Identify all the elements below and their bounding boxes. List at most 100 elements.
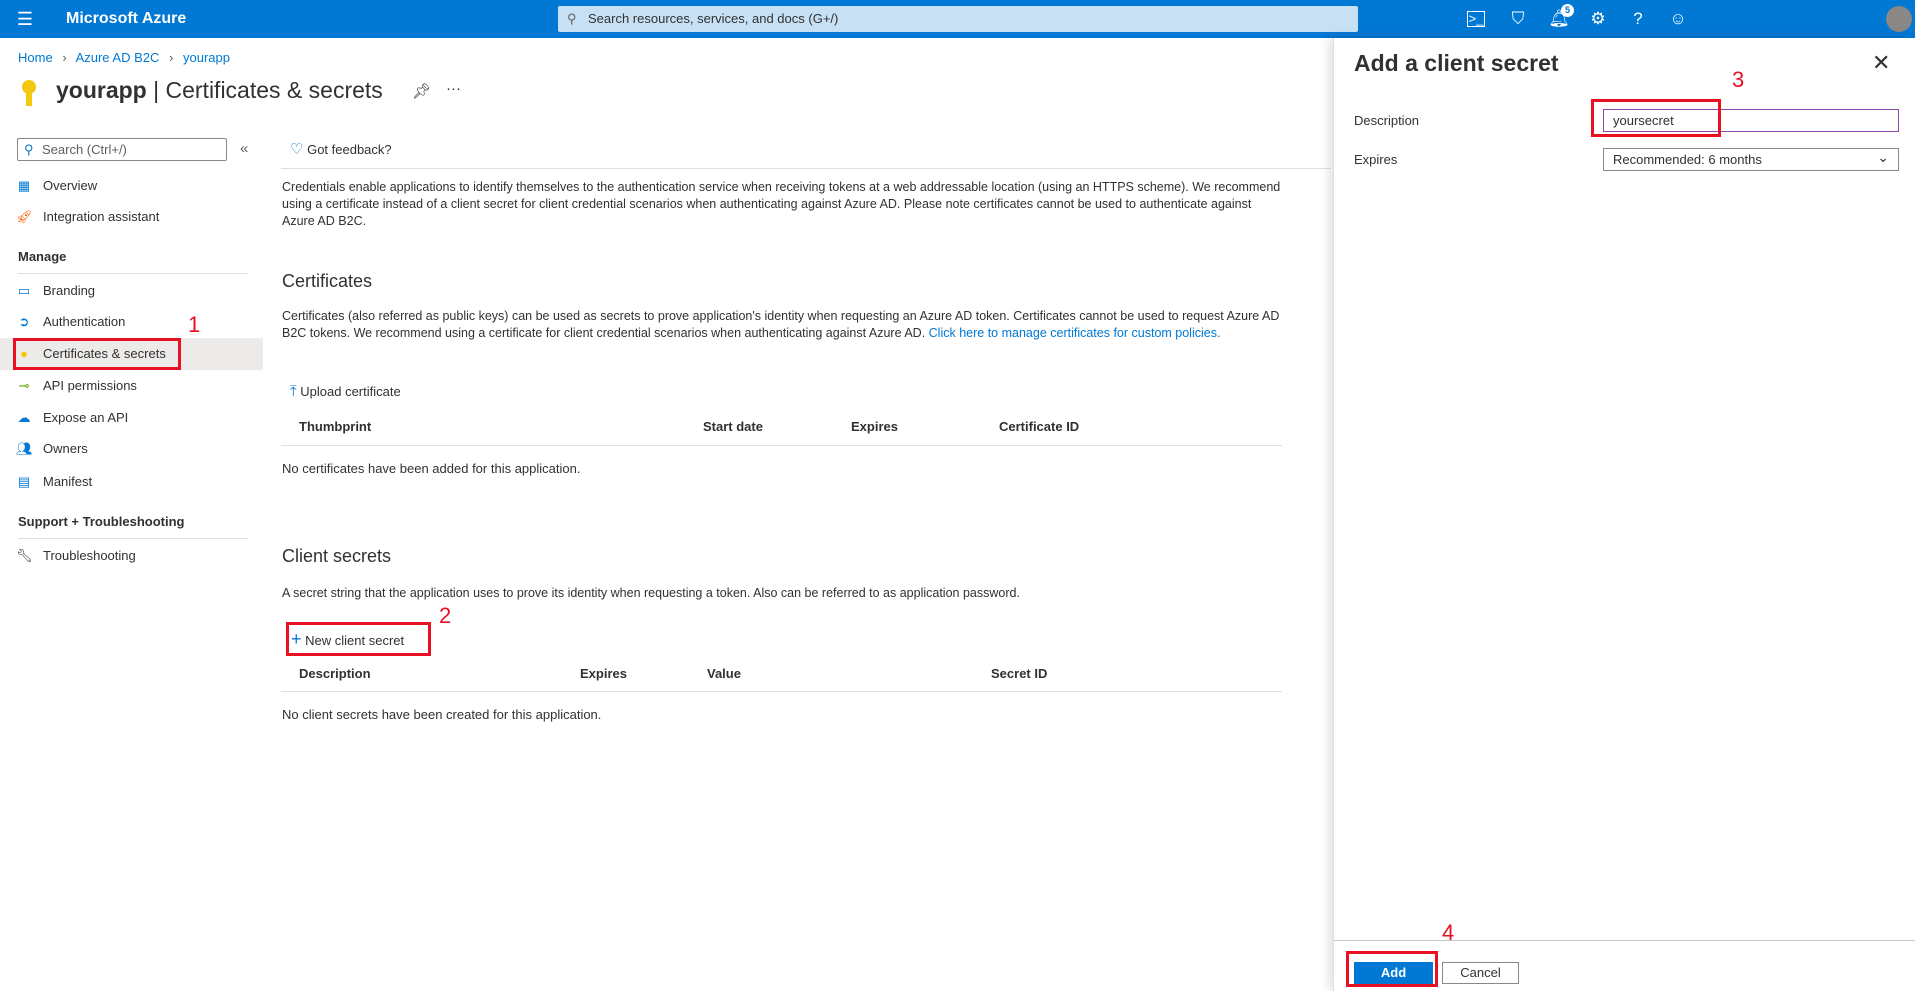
- search-placeholder: Search resources, services, and docs (G+…: [588, 11, 839, 26]
- table-divider: [281, 691, 1282, 692]
- help-icon[interactable]: ?: [1627, 8, 1649, 30]
- expires-dropdown[interactable]: Recommended: 6 months ⌄: [1603, 148, 1899, 171]
- sidebar-item-label: Overview: [43, 178, 98, 193]
- global-search-input[interactable]: ⚲ Search resources, services, and docs (…: [558, 6, 1358, 32]
- feedback-smiley-icon[interactable]: ☺: [1667, 8, 1689, 30]
- owners-icon: 👥︎: [16, 441, 33, 456]
- close-icon[interactable]: ✕: [1872, 50, 1890, 76]
- certificates-description: Certificates (also referred as public ke…: [282, 308, 1282, 342]
- sidebar-item-branding[interactable]: ▭ Branding: [0, 276, 263, 306]
- column-header-thumbprint: Thumbprint: [299, 419, 372, 434]
- upload-certificate-button[interactable]: ⤒ Upload certificate: [290, 383, 401, 400]
- authentication-icon: ➲: [18, 314, 30, 329]
- sidebar-search-placeholder: Search (Ctrl+/): [42, 142, 127, 157]
- client-secrets-description: A secret string that the application use…: [282, 586, 1020, 600]
- client-secrets-heading: Client secrets: [282, 546, 392, 566]
- key-icon: [20, 78, 38, 108]
- cloud-icon: ☁: [17, 410, 31, 425]
- cloud-shell-icon[interactable]: >_: [1467, 11, 1485, 27]
- annotation-box-1: [13, 338, 181, 370]
- manage-certificates-link[interactable]: Click here to manage certificates for cu…: [929, 326, 1221, 340]
- notification-badge: 5: [1561, 4, 1574, 17]
- sidebar-item-expose-an-api[interactable]: ☁ Expose an API: [0, 403, 263, 433]
- feedback-label: Got feedback?: [307, 142, 392, 157]
- column-header-value: Value: [707, 666, 741, 681]
- sidebar-item-label: Branding: [43, 283, 96, 298]
- blade-title: Certificates & secrets: [165, 77, 383, 103]
- panel-title: Add a client secret: [1354, 50, 1559, 76]
- footer-divider: [1334, 940, 1915, 941]
- sidebar-item-label: Expose an API: [43, 410, 129, 425]
- breadcrumb-yourapp[interactable]: yourapp: [183, 50, 230, 65]
- column-header-secret-id: Secret ID: [991, 666, 1048, 681]
- annotation-number-3: 3: [1732, 67, 1745, 92]
- upload-certificate-label: Upload certificate: [300, 384, 401, 399]
- column-header-description: Description: [299, 666, 371, 681]
- intro-text: Credentials enable applications to ident…: [282, 180, 1281, 228]
- sidebar-item-api-permissions[interactable]: ⊸ API permissions: [0, 371, 263, 401]
- sidebar-item-label: API permissions: [43, 378, 137, 393]
- divider: [18, 273, 248, 274]
- branding-icon: ▭: [17, 283, 31, 298]
- expires-label: Expires: [1354, 152, 1398, 167]
- sidebar-item-owners[interactable]: 👥︎ Owners: [0, 434, 263, 464]
- column-header-expires: Expires: [580, 666, 627, 681]
- column-header-certificate-id: Certificate ID: [999, 419, 1080, 434]
- annotation-box-4: [1346, 951, 1438, 987]
- upload-arrow-icon: ⤒: [290, 383, 297, 400]
- sidebar-item-label: Manifest: [43, 474, 93, 489]
- manifest-icon: ▤: [17, 474, 31, 489]
- breadcrumb: Home › Azure AD B2C › yourapp: [18, 50, 230, 65]
- divider: [281, 168, 1331, 169]
- sidebar-search-input[interactable]: ⚲ Search (Ctrl+/): [17, 138, 227, 161]
- column-header-start-date: Start date: [703, 419, 763, 434]
- sidebar-item-label: Owners: [43, 441, 88, 456]
- notifications-icon[interactable]: 🔔︎ 5: [1548, 4, 1574, 30]
- settings-icon[interactable]: ⚙: [1587, 8, 1609, 30]
- api-permissions-icon: ⊸: [18, 378, 30, 393]
- cancel-button[interactable]: Cancel: [1442, 962, 1519, 984]
- annotation-number-1: 1: [188, 312, 201, 337]
- description-label: Description: [1354, 113, 1420, 128]
- sidebar-item-troubleshooting[interactable]: 🔧︎ Troubleshooting: [0, 541, 263, 571]
- column-header-expires: Expires: [851, 419, 898, 434]
- pin-icon[interactable]: 📌︎: [412, 82, 431, 100]
- top-bar: ☰ Microsoft Azure ⚲ Search resources, se…: [0, 0, 1915, 38]
- client-secrets-empty-message: No client secrets have been created for …: [282, 707, 602, 722]
- avatar[interactable]: [1886, 6, 1912, 32]
- manage-heading: Manage: [18, 249, 67, 264]
- sidebar-item-label: Integration assistant: [43, 209, 160, 224]
- certificates-heading: Certificates: [282, 271, 373, 291]
- breadcrumb-home[interactable]: Home: [18, 50, 53, 65]
- sidebar-item-overview[interactable]: ▦ Overview: [0, 171, 263, 201]
- more-options-icon[interactable]: ···: [446, 80, 461, 97]
- directory-filter-icon[interactable]: ⛉: [1507, 8, 1529, 30]
- sidebar-item-integration-assistant[interactable]: 🚀︎ Integration assistant: [0, 202, 263, 232]
- chevron-right-icon: ›: [169, 50, 174, 65]
- annotation-box-2: [286, 622, 431, 656]
- chevron-right-icon: ›: [62, 50, 67, 65]
- feedback-link[interactable]: ♡ Got feedback?: [290, 140, 392, 158]
- title-separator: |: [153, 77, 160, 103]
- hamburger-menu-icon[interactable]: ☰: [14, 8, 36, 30]
- sidebar-item-manifest[interactable]: ▤ Manifest: [0, 467, 263, 497]
- search-icon: ⚲: [567, 11, 577, 26]
- collapse-sidebar-icon[interactable]: «: [240, 140, 248, 157]
- heart-icon: ♡: [290, 141, 304, 158]
- annotation-box-3: [1591, 99, 1721, 137]
- overview-grid-icon: ▦: [17, 178, 31, 193]
- breadcrumb-azure-ad-b2c[interactable]: Azure AD B2C: [76, 50, 160, 65]
- sidebar-item-label: Authentication: [43, 314, 126, 329]
- annotation-number-2: 2: [439, 603, 452, 628]
- rocket-icon: 🚀︎: [16, 209, 33, 224]
- sidebar-item-label: Troubleshooting: [43, 548, 136, 563]
- page-title: yourapp | Certificates & secrets: [56, 77, 383, 104]
- brand-title[interactable]: Microsoft Azure: [66, 10, 186, 28]
- add-client-secret-panel: Add a client secret ✕ Description yourse…: [1333, 38, 1915, 991]
- support-heading: Support + Troubleshooting: [18, 514, 185, 529]
- resource-name: yourapp: [56, 77, 147, 103]
- sidebar-item-authentication[interactable]: ➲ Authentication: [0, 307, 263, 337]
- wrench-icon: 🔧︎: [16, 548, 33, 563]
- search-icon: ⚲: [24, 142, 34, 157]
- expires-value: Recommended: 6 months: [1613, 152, 1762, 167]
